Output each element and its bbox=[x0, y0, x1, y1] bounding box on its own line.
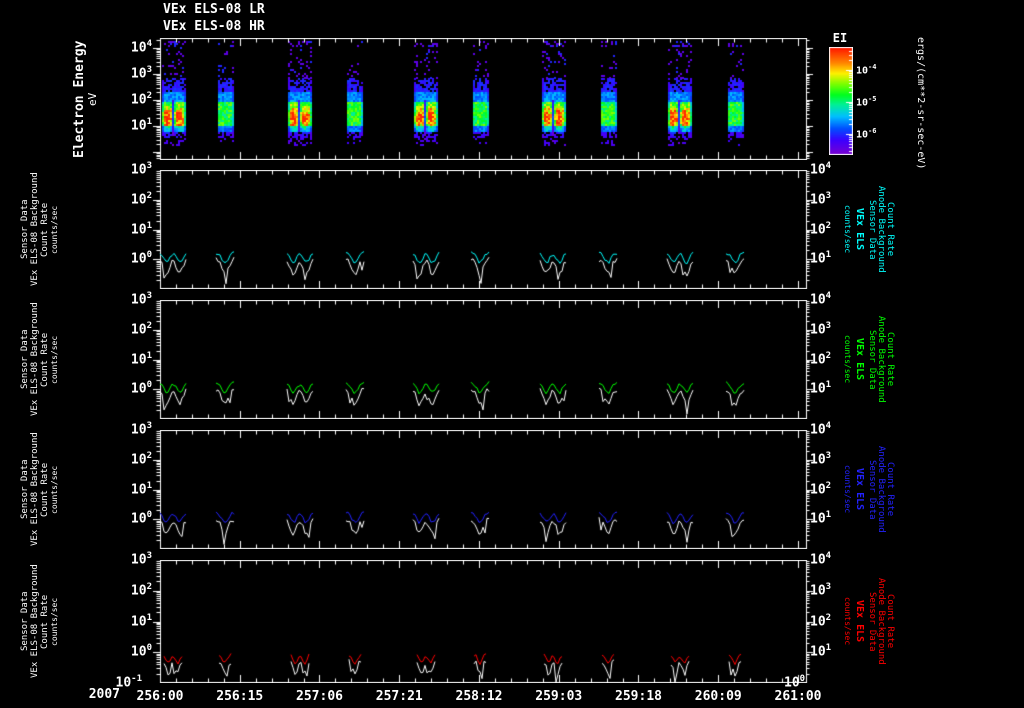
line-panel-canvas-blue bbox=[146, 430, 820, 549]
right-label-line: Anode Background bbox=[876, 578, 886, 665]
left-label-line: Count Rate bbox=[40, 594, 50, 649]
right-label-line: VEx ELS bbox=[854, 338, 865, 381]
x-tick-label: 258:12 bbox=[455, 689, 503, 704]
spectrogram-y-tick-label: 101 bbox=[130, 117, 152, 134]
right-label-line: Sensor Data bbox=[867, 199, 877, 260]
line-panel-left-tick-label: 103 bbox=[130, 551, 152, 568]
line-panel-left-tick-label: 103 bbox=[130, 421, 152, 438]
line-panel-canvas-cyan bbox=[146, 170, 820, 289]
line-panel-left-tick-label: 101 bbox=[130, 220, 152, 237]
left-label-line: Sensor Data bbox=[20, 329, 30, 390]
plot-title-hr: VEx ELS-08 HR bbox=[163, 19, 265, 34]
line-panel-canvas-red bbox=[146, 560, 820, 683]
colorbar-tick-label: 10-4 bbox=[856, 63, 877, 77]
line-panel-left-tick-label: 102 bbox=[130, 320, 152, 338]
line-panel-canvas-green bbox=[146, 300, 820, 419]
right-label-line: Count Rate bbox=[885, 462, 895, 517]
right-label-line: counts/sec bbox=[843, 335, 852, 384]
line-panel-left-tick-label: 100 bbox=[130, 510, 152, 527]
line-panel-left-tick-label: 102 bbox=[130, 581, 152, 599]
right-label-line: counts/sec bbox=[843, 597, 852, 646]
right-label-line: VEx ELS bbox=[854, 208, 865, 251]
figure: VEx ELS-08 LR VEx ELS-08 HR Electron Ene… bbox=[0, 0, 1024, 708]
left-label-line: VEx ELS-08 Background bbox=[30, 564, 40, 679]
left-label-line: Count Rate bbox=[40, 462, 50, 517]
line-panel-left-tick-label: 102 bbox=[130, 450, 152, 468]
line-panel-left-label: Sensor Data VEx ELS-08 Background Count Ra… bbox=[20, 560, 60, 683]
right-label-line: counts/sec bbox=[843, 465, 852, 514]
left-label-line: Sensor Data bbox=[20, 199, 30, 260]
line-panel-left-tick-label: 103 bbox=[130, 161, 152, 178]
line-panel-right-label: Count Rate Anode Background Sensor Data VEx… bbox=[843, 170, 895, 289]
line-panel-left-label: Sensor Data VEx ELS-08 Background Count Ra… bbox=[20, 170, 60, 289]
line-panel-left-tick-label: 102 bbox=[130, 190, 152, 208]
right-label-line: Count Rate bbox=[885, 202, 895, 257]
left-label-line: VEx ELS-08 Background bbox=[30, 302, 40, 417]
right-label-line: VEx ELS bbox=[854, 468, 865, 511]
colorbar-canvas bbox=[829, 47, 853, 155]
spectrogram-y-tick-label: 102 bbox=[130, 91, 152, 108]
x-tick-label: 256:15 bbox=[216, 689, 264, 704]
spectrogram-y-tick-label: 104 bbox=[130, 39, 152, 56]
left-label-line: counts/sec bbox=[50, 205, 59, 254]
right-label-line: Count Rate bbox=[885, 332, 895, 387]
line-panel-left-tick-label: 101 bbox=[130, 480, 152, 497]
right-label-line: VEx ELS bbox=[854, 600, 865, 643]
right-label-line: Anode Background bbox=[876, 446, 886, 533]
right-label-line: Sensor Data bbox=[867, 459, 877, 520]
spectrogram-ylabel-text: Electron Energy bbox=[72, 40, 87, 158]
spectrogram-y-tick-label: 103 bbox=[130, 65, 152, 82]
bottom-left-exponent-label: 10-1 bbox=[115, 674, 143, 691]
line-panel-left-tick-label: 100 bbox=[130, 380, 152, 397]
x-tick-label: 260:09 bbox=[694, 689, 742, 704]
left-label-line: counts/sec bbox=[50, 597, 59, 646]
colorbar-title: EI bbox=[832, 31, 848, 45]
left-label-line: counts/sec bbox=[50, 335, 59, 384]
line-panel-left-tick-label: 100 bbox=[130, 643, 152, 660]
line-panel-right-label: Count Rate Anode Background Sensor Data VEx… bbox=[843, 300, 895, 419]
line-panel-left-label: Sensor Data VEx ELS-08 Background Count Ra… bbox=[20, 300, 60, 419]
x-tick-label: 259:03 bbox=[535, 689, 583, 704]
right-label-line: Count Rate bbox=[885, 594, 895, 649]
x-tick-label: 261:00 bbox=[774, 689, 822, 704]
x-tick-label: 257:06 bbox=[296, 689, 343, 704]
line-panel-left-tick-label: 100 bbox=[130, 250, 152, 267]
right-label-line: Sensor Data bbox=[867, 329, 877, 390]
x-tick-label: 257:21 bbox=[375, 689, 423, 704]
x-tick-label: 259:18 bbox=[615, 689, 662, 704]
line-panel-left-tick-label: 103 bbox=[130, 291, 152, 308]
left-label-line: Count Rate bbox=[40, 202, 50, 257]
spectrogram-canvas bbox=[146, 38, 820, 160]
line-panel-right-label: Count Rate Anode Background Sensor Data VEx… bbox=[843, 430, 895, 549]
right-label-line: counts/sec bbox=[843, 205, 852, 254]
x-tick-label: 256:00 bbox=[136, 689, 184, 704]
colorbar-unit-label: ergs/(cm**2-sr-sec-eV) bbox=[915, 36, 926, 170]
line-panel-left-label: Sensor Data VEx ELS-08 Background Count Ra… bbox=[20, 430, 60, 549]
colorbar-tick-label: 10-6 bbox=[856, 127, 877, 141]
left-label-line: Sensor Data bbox=[20, 459, 30, 520]
right-label-line: Anode Background bbox=[876, 316, 886, 403]
right-label-line: Anode Background bbox=[876, 186, 886, 273]
left-label-line: Sensor Data bbox=[20, 591, 30, 652]
left-label-line: VEx ELS-08 Background bbox=[30, 172, 40, 287]
line-panel-right-label: Count Rate Anode Background Sensor Data VEx… bbox=[843, 560, 895, 683]
colorbar-tick-label: 10-5 bbox=[856, 95, 877, 109]
plot-title-lr: VEx ELS-08 LR bbox=[163, 2, 265, 17]
bottom-right-exponent-label: 100 bbox=[784, 674, 806, 691]
right-label-line: Sensor Data bbox=[867, 591, 877, 652]
line-panel-left-tick-label: 101 bbox=[130, 350, 152, 367]
left-label-line: counts/sec bbox=[50, 465, 59, 514]
left-label-line: Count Rate bbox=[40, 332, 50, 387]
left-label-line: VEx ELS-08 Background bbox=[30, 432, 40, 547]
line-panel-left-tick-label: 101 bbox=[130, 612, 152, 629]
